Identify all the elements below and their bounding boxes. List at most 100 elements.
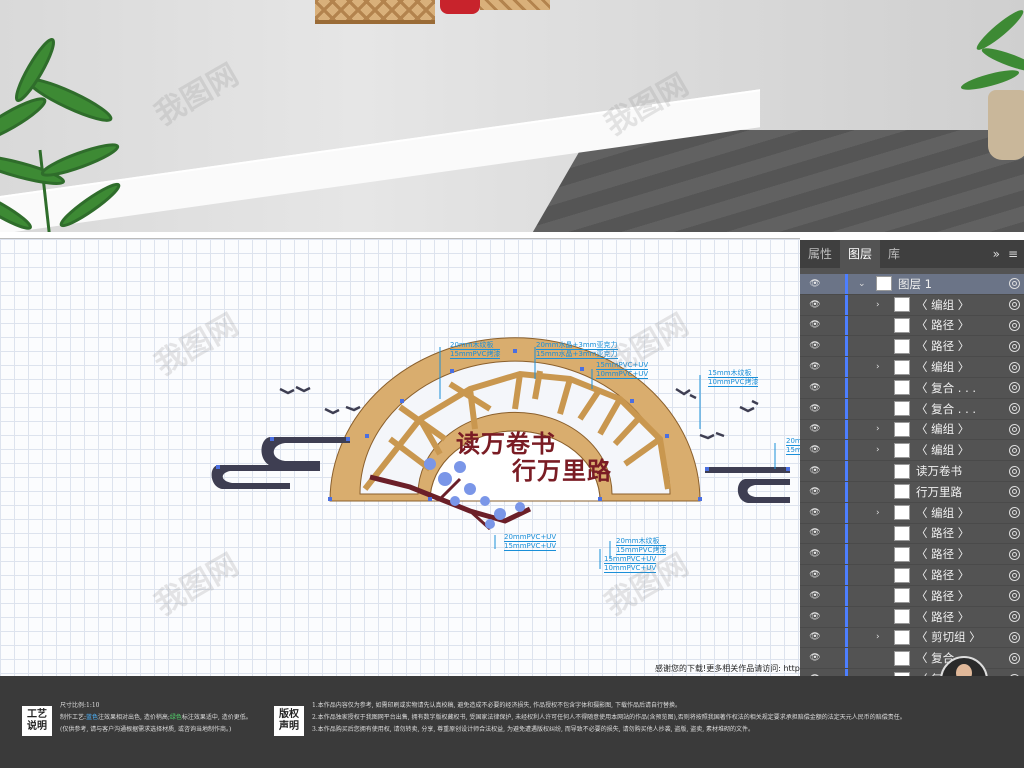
layer-row[interactable]: 👁 › 〈 剪切组 〉 [800,627,1024,649]
visibility-eye-icon[interactable]: 👁 [808,487,822,497]
layer-row[interactable]: 👁〈 复合 . . . [800,648,1024,670]
layer-target-icon[interactable] [1009,382,1020,394]
layer-row[interactable]: 👁 〈 路径 〉 [800,585,1024,607]
layer-color-bar [845,502,848,523]
visibility-eye-icon[interactable]: 👁 [808,383,822,393]
visibility-eye-icon[interactable]: 👁 [808,591,822,601]
visibility-eye-icon[interactable]: 👁 [808,549,822,559]
layer-target-icon[interactable] [1009,507,1020,519]
layer-name[interactable]: 〈 路径 〉 [916,546,969,562]
layer-target-icon[interactable] [1009,486,1020,498]
artwork-fan-design[interactable] [0,239,800,677]
visibility-eye-icon[interactable]: 👁 [808,320,822,330]
layer-row[interactable]: 👁 〈 路径 〉 [800,606,1024,628]
layer-row[interactable]: 👁 ⌄ 图层 1 [800,274,1024,295]
layer-color-bar [845,377,848,398]
layer-target-icon[interactable] [1009,319,1020,331]
visibility-eye-icon[interactable]: 👁 [808,612,822,622]
visibility-eye-icon[interactable]: 👁 [808,528,822,538]
visibility-eye-icon[interactable]: 👁 [808,424,822,434]
layer-target-icon[interactable] [1009,299,1020,311]
layer-target-icon[interactable] [1009,590,1020,602]
tab-libraries[interactable]: 库 [880,240,908,268]
expand-chevron-right-icon[interactable]: › [876,508,884,518]
layer-thumbnail [894,442,910,458]
tab-properties[interactable]: 属性 [800,240,840,268]
layer-name[interactable]: 〈 路径 〉 [916,338,969,354]
layer-target-icon[interactable] [1009,361,1020,373]
panel-collapse-icon[interactable]: » [993,247,1008,261]
layer-name[interactable]: 图层 1 [898,276,932,292]
layers-list: 👁 ⌄ 图层 1 👁 › 〈 编组 〉 👁 〈 路径 〉 👁 〈 路径 〉 👁 › 〈 编组 〉 👁 〈 复… [800,274,1024,711]
layer-row[interactable]: 👁 › 〈 编组 〉 [800,357,1024,378]
layer-target-icon[interactable] [1009,548,1020,560]
layer-row[interactable]: 👁 行万里路 [800,481,1024,503]
layer-color-bar [845,461,848,481]
layer-name[interactable]: 〈 剪切组 〉 [916,629,981,645]
layer-name[interactable]: 〈 复合 . . . [916,401,976,417]
layer-target-icon[interactable] [1009,278,1020,290]
artwork-title-line2[interactable]: 行万里路 [512,451,612,486]
layer-name[interactable]: 〈 路径 〉 [916,567,969,583]
layer-name[interactable]: 读万卷书 [916,463,962,479]
callout-1: 20mm木纹板 15mmPVC烤漆 [450,341,501,359]
visibility-eye-icon[interactable]: 👁 [808,570,822,580]
visibility-eye-icon[interactable]: 👁 [808,300,822,310]
panel-tabs: 属性 图层 库 » ≡ [800,240,1024,268]
layer-row[interactable]: 👁 › 〈 编组 〉 [800,419,1024,441]
layer-target-icon[interactable] [1009,444,1020,456]
layer-row[interactable]: 👁 读万卷书 [800,461,1024,482]
layer-name[interactable]: 〈 编组 〉 [916,297,969,313]
expand-chevron-right-icon[interactable]: › [876,632,884,642]
layer-target-icon[interactable] [1009,465,1020,477]
visibility-eye-icon[interactable]: 👁 [808,279,822,289]
layer-row[interactable]: 👁 〈 路径 〉 [800,523,1024,545]
visibility-eye-icon[interactable]: 👁 [808,445,822,455]
layer-target-icon[interactable] [1009,569,1020,581]
layer-row[interactable]: 👁 › 〈 编组 〉 [800,502,1024,524]
layer-name[interactable]: 〈 路径 〉 [916,317,969,333]
layer-target-icon[interactable] [1009,423,1020,435]
layer-target-icon[interactable] [1009,652,1020,664]
layer-name[interactable]: 〈 路径 〉 [916,525,969,541]
layer-name[interactable]: 〈 路径 〉 [916,609,969,625]
layer-row[interactable]: 👁 〈 路径 〉 [800,565,1024,586]
layer-target-icon[interactable] [1009,527,1020,539]
visibility-eye-icon[interactable]: 👁 [808,404,822,414]
layer-name[interactable]: 〈 编组 〉 [916,421,969,437]
layer-name[interactable]: 〈 编组 〉 [916,505,969,521]
expand-chevron-right-icon[interactable]: › [876,445,884,455]
layer-name[interactable]: 〈 编组 〉 [916,359,969,375]
layer-name[interactable]: 〈 路径 〉 [916,588,969,604]
layer-target-icon[interactable] [1009,340,1020,352]
layer-row[interactable]: 👁 › 〈 编组 〉 [800,440,1024,462]
layer-name[interactable]: 行万里路 [916,484,962,500]
expand-chevron-right-icon[interactable]: › [876,424,884,434]
visibility-eye-icon[interactable]: 👁 [808,508,822,518]
callout-7: 20mm木纹板 15mmPVC烤漆 [616,537,667,555]
layer-row[interactable]: 👁 › 〈 编组 〉 [800,294,1024,316]
layer-row[interactable]: 👁 〈 路径 〉 [800,336,1024,358]
layer-row[interactable]: 👁 〈 路径 〉 [800,544,1024,566]
expand-chevron-right-icon[interactable]: › [876,300,884,310]
layer-target-icon[interactable] [1009,403,1020,415]
visibility-eye-icon[interactable]: 👁 [808,341,822,351]
tab-layers[interactable]: 图层 [840,240,881,268]
layer-name[interactable]: 〈 复合 . . . [916,380,976,396]
layer-target-icon[interactable] [1009,611,1020,623]
expand-chevron-down-icon[interactable]: ⌄ [858,279,866,289]
cloud-left [211,437,350,489]
artboard-canvas[interactable]: 读万卷书 行万里路 20mm木纹板 15mmPVC烤漆 20mm水晶+3mm亚克力… [0,238,800,677]
expand-chevron-right-icon[interactable]: › [876,362,884,372]
visibility-eye-icon[interactable]: 👁 [808,632,822,642]
layer-color-bar [845,315,848,336]
visibility-eye-icon[interactable]: 👁 [808,362,822,372]
visibility-eye-icon[interactable]: 👁 [808,466,822,476]
layer-row[interactable]: 👁 〈 复合 . . . [800,398,1024,420]
visibility-eye-icon[interactable]: 👁 [808,653,822,663]
layer-row[interactable]: 👁 〈 路径 〉 [800,315,1024,337]
layer-row[interactable]: 👁 〈 复合 . . . [800,377,1024,399]
layer-target-icon[interactable] [1009,631,1020,643]
layer-name[interactable]: 〈 编组 〉 [916,442,969,458]
panel-menu-icon[interactable]: ≡ [1008,247,1024,261]
